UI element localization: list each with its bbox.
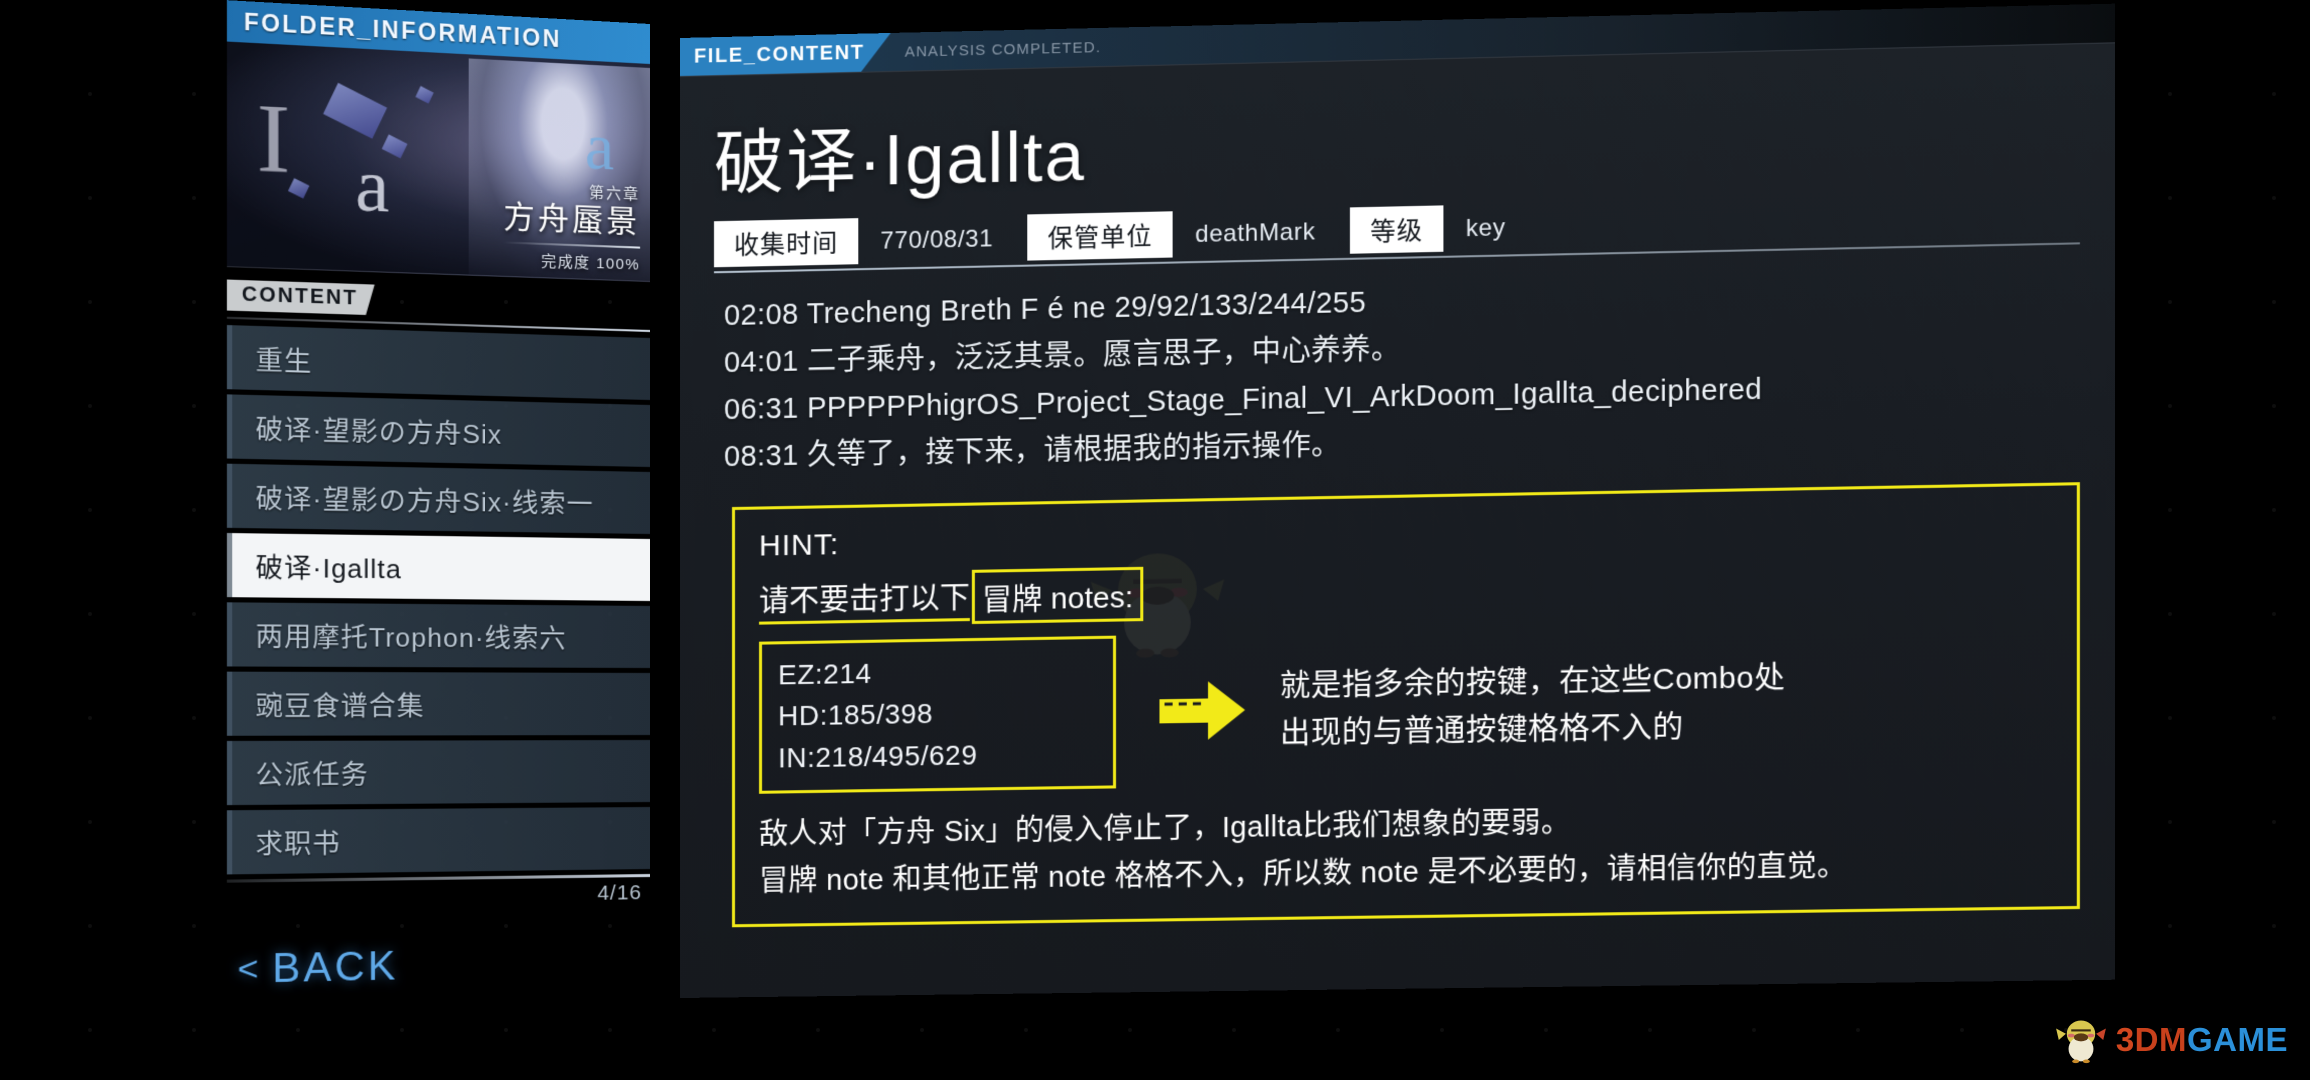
back-button-label: BACK (272, 944, 398, 993)
list-item-label: 破译·望影の方舟Six·线索一 (256, 477, 594, 520)
fake-note-entry: IN:218/495/629 (778, 732, 1091, 778)
file-content-body: 破译·Igallta 收集时间 770/08/31 保管单位 deathMark… (680, 42, 2115, 998)
site-watermark: 3DMGAME (2054, 1016, 2288, 1064)
list-item[interactable]: 破译·望影の方舟Six (227, 394, 650, 467)
watermark-part-3: GAME (2187, 1021, 2288, 1058)
chapter-artwork: I a a 第六章 方舟蜃景 完成度 100% (227, 42, 650, 282)
hint-middle-row: EZ:214 HD:185/398 IN:218/495/629 就是指多余的按… (759, 620, 2052, 794)
chapter-name: 方舟蜃景 (503, 199, 640, 240)
list-item-label: 公派任务 (256, 753, 369, 792)
list-item-label: 两用摩托Trophon·线索六 (256, 615, 567, 655)
arrow-right-icon (1158, 679, 1245, 743)
art-glyph-i: I (257, 80, 291, 196)
list-item[interactable]: 重生 (227, 325, 650, 400)
metadata-key: 等级 (1350, 205, 1444, 253)
metadata-value: key (1443, 206, 1540, 248)
fake-note-entry: EZ:214 (778, 649, 1091, 696)
list-item-selected[interactable]: 破译·Igallta (227, 533, 650, 601)
metadata-key: 收集时间 (714, 218, 858, 267)
page-counter: 4/16 (227, 877, 650, 912)
app-root: FOLDER_INFORMATION I a a 第六章 方舟蜃景 完成度 10… (0, 0, 2310, 1080)
back-button[interactable]: < BACK (227, 939, 650, 993)
watermark-text: 3DMGAME (2116, 1021, 2288, 1059)
list-item[interactable]: 破译·望影の方舟Six·线索一 (227, 464, 650, 534)
hint-explanation-line: 出现的与普通按键格格不入的 (1280, 701, 1785, 757)
watermark-part-2: DM (2135, 1021, 2187, 1058)
chevron-left-icon: < (238, 949, 262, 990)
file-content-panel: FILE_CONTENT ANALYSIS COMPLETED. 破译·Igal… (680, 4, 2115, 998)
list-item-label: 破译·Igallta (256, 546, 402, 586)
fake-notes-box: EZ:214 HD:185/398 IN:218/495/629 (759, 636, 1116, 794)
list-item-label: 求职书 (256, 822, 341, 861)
hint-explanation-line: 就是指多余的按键，在这些Combo处 (1280, 653, 1785, 709)
mascot-bird-icon (2054, 1016, 2108, 1064)
file-content-tag: FILE_CONTENT (680, 33, 891, 76)
metadata-value: 770/08/31 (858, 217, 1027, 261)
hint-instruction-highlight: 冒牌 notes: (972, 567, 1143, 624)
content-list: 重生 破译·望影の方舟Six 破译·望影の方舟Six·线索一 破译·Igallt… (227, 325, 650, 874)
list-item-label: 重生 (256, 339, 313, 379)
hint-instruction: 请不要击打以下 冒牌 notes: (759, 551, 2052, 628)
list-item[interactable]: 两用摩托Trophon·线索六 (227, 602, 650, 668)
art-glyph-alpha: a (585, 109, 614, 187)
metadata-key: 保管单位 (1027, 211, 1172, 260)
chapter-meta: 第六章 方舟蜃景 完成度 100% (503, 178, 640, 275)
art-glyph-a: a (355, 143, 389, 231)
list-item-label: 豌豆食谱合集 (256, 685, 425, 723)
list-item[interactable]: 求职书 (227, 807, 650, 874)
analysis-status: ANALYSIS COMPLETED. (905, 38, 1101, 60)
chapter-divider (503, 241, 640, 248)
metadata-value: deathMark (1173, 210, 1350, 254)
fake-note-entry: HD:185/398 (778, 691, 1091, 738)
list-item[interactable]: 豌豆食谱合集 (227, 672, 650, 736)
transcript-lines: 02:08 Trecheng Breth F é ne 29/92/133/24… (724, 265, 2084, 481)
list-item-label: 破译·望影の方舟Six (256, 408, 503, 451)
content-label: CONTENT (227, 280, 375, 316)
watermark-part-1: 3 (2116, 1021, 2135, 1058)
hint-instruction-prefix: 请不要击打以下 (759, 572, 970, 625)
page-title: 破译·Igallta (714, 77, 2084, 210)
folder-information-panel: FOLDER_INFORMATION I a a 第六章 方舟蜃景 完成度 10… (227, 0, 650, 1024)
hint-box: HINT: 请不要击打以下 冒牌 notes: EZ:214 HD:185/39… (732, 482, 2080, 927)
list-item[interactable]: 公派任务 (227, 740, 650, 805)
hint-explanation: 就是指多余的按键，在这些Combo处 出现的与普通按键格格不入的 (1280, 653, 1785, 757)
hint-footer: 敌人对「方舟 Six」的侵入停止了，Igallta比我们想象的要弱。 冒牌 no… (759, 793, 2052, 905)
